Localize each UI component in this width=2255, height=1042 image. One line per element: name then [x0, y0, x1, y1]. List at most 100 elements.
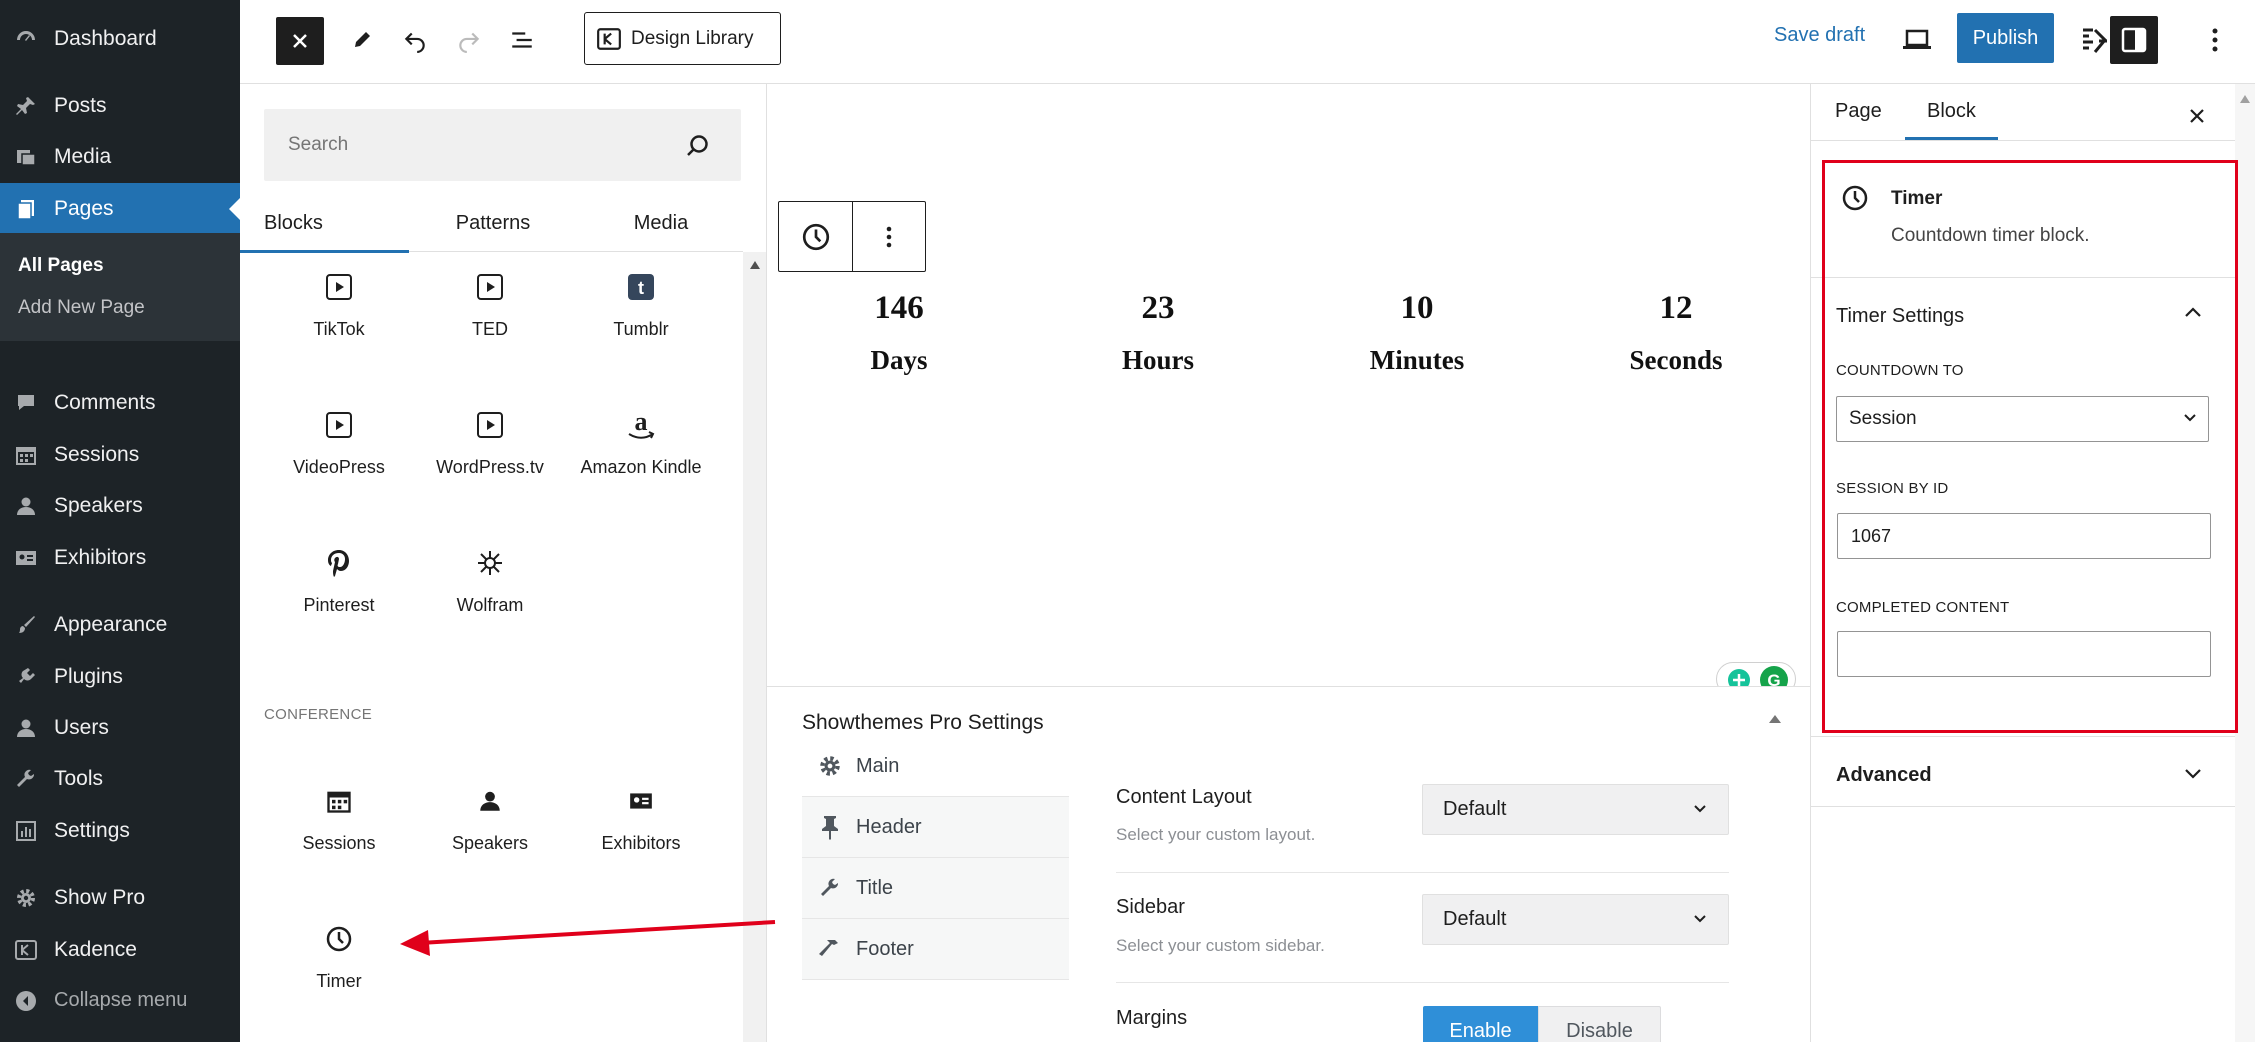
admin-menu-tools[interactable]: Tools — [0, 753, 240, 804]
users-icon — [12, 714, 40, 742]
admin-menu-exhibitors[interactable]: Exhibitors — [0, 532, 240, 583]
showthemes-settings-metabox: Showthemes Pro Settings Main Header Titl… — [767, 686, 1810, 1042]
metabox-nav-header[interactable]: Header — [802, 797, 1069, 858]
metabox-title: Showthemes Pro Settings — [802, 711, 1044, 734]
admin-menu-media[interactable]: Media — [0, 131, 240, 182]
brush-icon — [12, 611, 40, 639]
close-icon — [293, 34, 307, 48]
chevron-up-icon[interactable] — [2183, 306, 2203, 320]
block-label: Sessions — [302, 833, 376, 853]
block-inserter-panel: Blocks Patterns Media TikTok TED t Tumbl… — [240, 84, 767, 1042]
timer-seconds-value: 12 — [1659, 290, 1693, 326]
design-library-button[interactable]: Design Library — [584, 12, 781, 65]
collapse-menu-button[interactable]: Collapse menu — [0, 975, 240, 1026]
chevron-down-icon — [2184, 414, 2196, 422]
admin-menu-label: Sessions — [54, 442, 140, 466]
timer-hours-value: 23 — [1141, 290, 1175, 326]
admin-menu-label: Plugins — [54, 664, 123, 688]
admin-menu-users[interactable]: Users — [0, 702, 240, 753]
block-type-button[interactable] — [779, 202, 852, 271]
metabox-nav-footer[interactable]: Footer — [802, 919, 1069, 980]
admin-menu-show-pro[interactable]: Show Pro — [0, 872, 240, 923]
preview-button[interactable] — [1897, 22, 1937, 58]
admin-menu-label: Exhibitors — [54, 545, 147, 569]
settings-sidebar: Page Block Timer Countdown timer block. … — [1810, 84, 2236, 1042]
tab-page[interactable]: Page — [1835, 84, 1882, 138]
admin-menu-appearance[interactable]: Appearance — [0, 599, 240, 650]
admin-menu-label: Dashboard — [54, 26, 157, 50]
sidebar-icon — [2121, 27, 2147, 53]
admin-menu-kadence[interactable]: Kadence — [0, 924, 240, 975]
margins-disable-button[interactable]: Disable — [1538, 1006, 1661, 1042]
more-vertical-icon — [2212, 28, 2218, 52]
tab-patterns[interactable]: Patterns — [409, 194, 577, 252]
admin-menu-label: Appearance — [54, 612, 168, 636]
design-library-label: Design Library — [631, 27, 754, 49]
embed-video-icon — [264, 405, 414, 445]
close-icon[interactable] — [2187, 106, 2207, 126]
block-sessions[interactable]: Sessions — [264, 781, 414, 854]
admin-menu-posts[interactable]: Posts — [0, 80, 240, 131]
undo-icon — [404, 32, 425, 53]
metabox-nav-title[interactable]: Title — [802, 858, 1069, 919]
settings-scrollbar[interactable] — [2235, 84, 2255, 1042]
document-overview-button[interactable] — [504, 22, 540, 58]
inserter-scrollbar[interactable] — [743, 252, 766, 1042]
kadence-controls-button[interactable] — [2076, 22, 2114, 60]
admin-menu-dashboard[interactable]: Dashboard — [0, 13, 240, 64]
timer-days-label: Days — [870, 345, 928, 375]
submenu-all-pages[interactable]: All Pages — [18, 255, 104, 277]
publish-button[interactable]: Publish — [1957, 13, 2054, 63]
list-view-icon — [512, 32, 532, 48]
sidebar-value: Default — [1443, 908, 1507, 930]
kadence-logo-icon — [2083, 28, 2108, 53]
block-pinterest[interactable]: Pinterest — [264, 543, 414, 616]
block-timer[interactable]: Timer — [264, 919, 414, 992]
search-input[interactable] — [264, 109, 684, 181]
embed-video-icon — [415, 405, 565, 445]
admin-menu-settings[interactable]: Settings — [0, 805, 240, 856]
undo-button[interactable] — [397, 22, 433, 58]
block-tumblr[interactable]: t Tumblr — [566, 267, 716, 340]
block-wolfram[interactable]: Wolfram — [415, 543, 565, 616]
block-tiktok[interactable]: TikTok — [264, 267, 414, 340]
tab-media[interactable]: Media — [577, 194, 745, 252]
admin-menu-plugins[interactable]: Plugins — [0, 651, 240, 702]
block-amazon-kindle[interactable]: a Amazon Kindle — [566, 405, 716, 478]
block-videopress[interactable]: VideoPress — [264, 405, 414, 478]
margins-enable-button[interactable]: Enable — [1423, 1006, 1538, 1042]
close-inserter-button[interactable] — [276, 17, 324, 65]
countdown-to-select[interactable]: Session — [1836, 396, 2209, 442]
tab-block[interactable]: Block — [1905, 84, 1998, 140]
options-menu-button[interactable] — [2200, 22, 2230, 58]
editor-canvas[interactable]: 146 Days 23 Hours 10 Minutes 12 Seconds … — [767, 84, 1810, 696]
admin-menu-pages[interactable]: Pages — [0, 183, 240, 234]
edit-tool-button[interactable] — [344, 22, 380, 58]
completed-content-input[interactable] — [1837, 631, 2211, 677]
caret-up-icon[interactable] — [1767, 713, 1783, 725]
timer-settings-title[interactable]: Timer Settings — [1836, 305, 1964, 328]
block-label: Pinterest — [303, 595, 375, 615]
block-ted[interactable]: TED — [415, 267, 565, 340]
tab-blocks[interactable]: Blocks — [240, 194, 409, 253]
admin-menu-sessions[interactable]: Sessions — [0, 429, 240, 480]
countdown-to-label: COUNTDOWN TO — [1836, 362, 1964, 379]
redo-button[interactable] — [451, 22, 487, 58]
metabox-nav-label: Footer — [856, 937, 914, 960]
session-by-id-input[interactable] — [1837, 513, 2211, 559]
block-options-button[interactable] — [853, 202, 925, 271]
metabox-nav-main[interactable]: Main — [802, 736, 1069, 797]
block-wordpress-tv[interactable]: WordPress.tv — [415, 405, 565, 478]
sidebar-select[interactable]: Default — [1422, 894, 1729, 945]
clock-icon — [802, 223, 829, 250]
settings-sidebar-toggle[interactable] — [2110, 16, 2158, 64]
submenu-add-new-page[interactable]: Add New Page — [18, 297, 145, 319]
save-draft-button[interactable]: Save draft — [1774, 24, 1865, 47]
admin-menu-speakers[interactable]: Speakers — [0, 480, 240, 531]
block-speakers[interactable]: Speakers — [415, 781, 565, 854]
admin-menu-comments[interactable]: Comments — [0, 377, 240, 428]
advanced-panel-title[interactable]: Advanced — [1836, 764, 1932, 787]
block-exhibitors[interactable]: Exhibitors — [566, 781, 716, 854]
content-layout-select[interactable]: Default — [1422, 784, 1729, 835]
chevron-down-icon[interactable] — [2183, 766, 2203, 780]
